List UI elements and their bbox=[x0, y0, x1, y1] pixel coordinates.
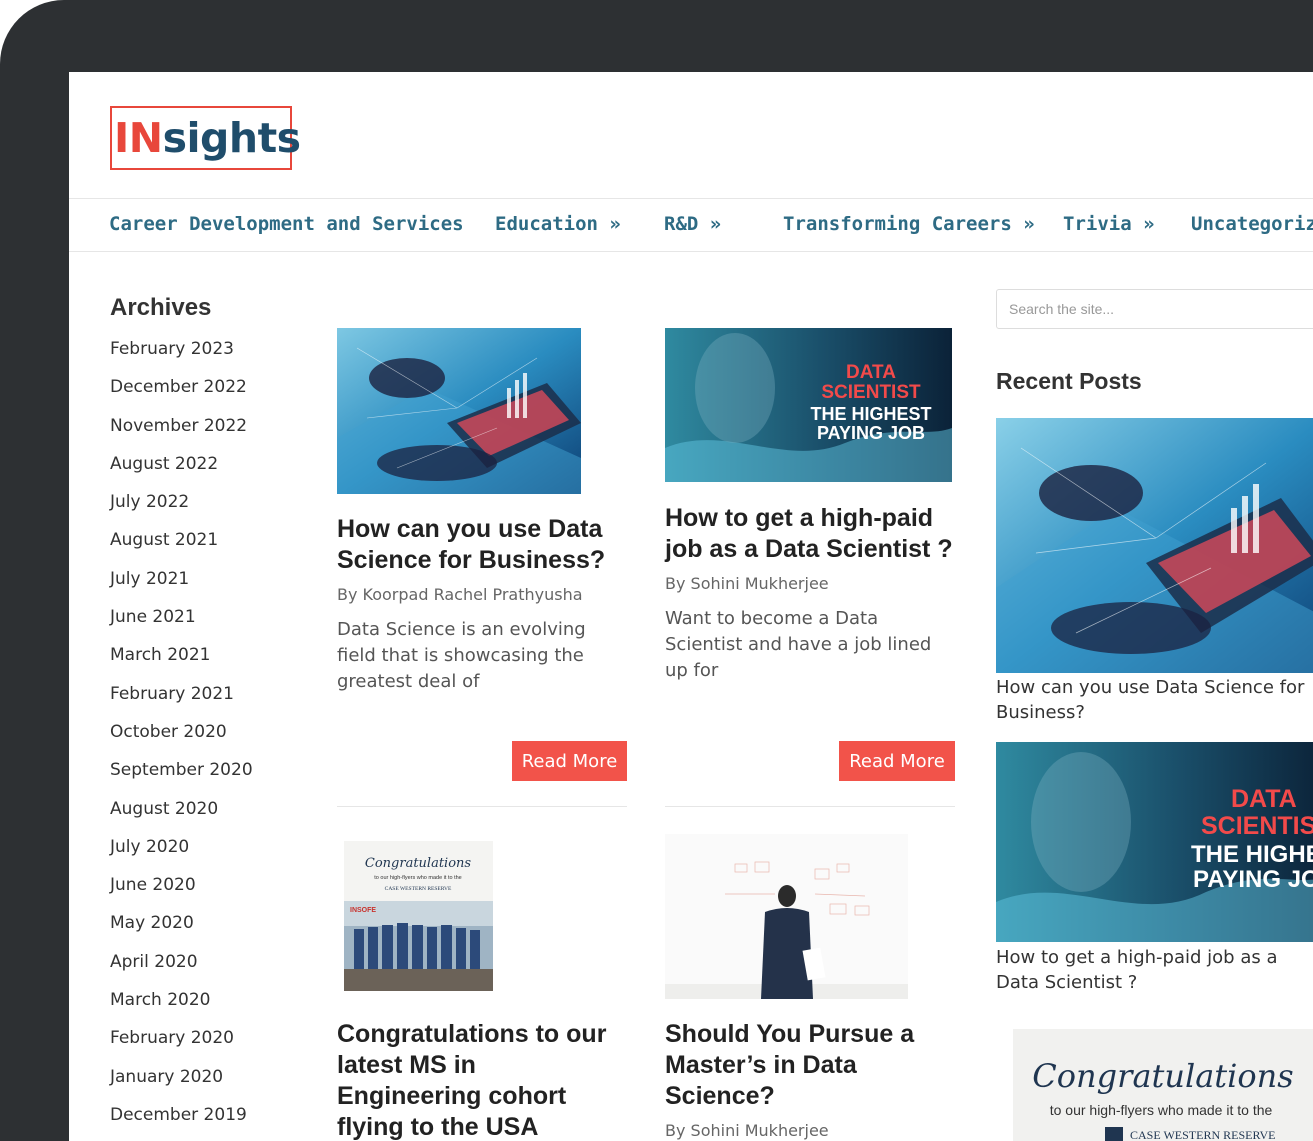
nav-uncategorized[interactable]: Uncategorize bbox=[1191, 213, 1313, 235]
recent-post-link[interactable]: How to get a high-paid job as a Data Sci… bbox=[996, 945, 1313, 995]
archive-link[interactable]: March 2021 bbox=[110, 645, 290, 683]
recent-post-link[interactable]: How can you use Data Science for Busines… bbox=[996, 675, 1313, 725]
logo-in: IN bbox=[114, 114, 163, 162]
image-text-cwru: CASE WESTERN RESERVE bbox=[1130, 1128, 1276, 1141]
post-author[interactable]: By Sohini Mukherjee bbox=[665, 574, 829, 593]
archive-link[interactable]: August 2020 bbox=[110, 799, 290, 837]
cohort-congrats-image: Congratulations to our high-flyers who m… bbox=[1013, 1029, 1313, 1141]
image-text-paying-job: PAYING JOB bbox=[817, 423, 925, 443]
archive-link[interactable]: June 2020 bbox=[110, 875, 290, 913]
archive-link[interactable]: February 2023 bbox=[110, 339, 290, 377]
archive-link[interactable]: July 2021 bbox=[110, 569, 290, 607]
archive-link[interactable]: July 2020 bbox=[110, 837, 290, 875]
recent-post-thumbnail[interactable]: DATA SCIENTIS THE HIGHE PAYING JO bbox=[996, 742, 1313, 942]
image-text-highflyers: to our high-flyers who made it to the bbox=[374, 875, 461, 881]
main-nav: Career Development and Services Educatio… bbox=[69, 198, 1313, 252]
post-title[interactable]: Congratulations to our latest MS in Engi… bbox=[337, 1019, 627, 1141]
archives-heading: Archives bbox=[110, 294, 212, 321]
archives-list: February 2023 December 2022 November 202… bbox=[110, 339, 290, 1141]
archive-link[interactable]: March 2020 bbox=[110, 990, 290, 1028]
archive-link[interactable]: December 2019 bbox=[110, 1105, 290, 1141]
site-logo[interactable]: IN sights bbox=[110, 106, 301, 170]
archive-link[interactable]: November 2022 bbox=[110, 416, 290, 454]
archive-link[interactable]: July 2022 bbox=[110, 492, 290, 530]
post-thumbnail-cohort[interactable]: Congratulations to our high-flyers who m… bbox=[344, 841, 493, 991]
post-excerpt: Want to become a Data Scientist and have… bbox=[665, 608, 932, 681]
image-text-highest: THE HIGHE bbox=[1191, 841, 1313, 868]
archive-link[interactable]: August 2021 bbox=[110, 530, 290, 568]
business-laptop-image bbox=[337, 328, 581, 494]
archive-link[interactable]: August 2022 bbox=[110, 454, 290, 492]
business-laptop-image bbox=[996, 418, 1313, 673]
post-thumbnail-masters[interactable] bbox=[665, 834, 908, 999]
post-divider bbox=[665, 806, 955, 807]
image-text-highflyers: to our high-flyers who made it to the bbox=[1050, 1102, 1273, 1118]
archive-link[interactable]: September 2020 bbox=[110, 760, 290, 798]
nav-transforming-careers[interactable]: Transforming Careers » bbox=[783, 213, 1035, 235]
recent-post-thumbnail[interactable]: Congratulations to our high-flyers who m… bbox=[1013, 1029, 1313, 1141]
read-more-button[interactable]: Read More bbox=[512, 741, 627, 781]
post-author[interactable]: By Sohini Mukherjee bbox=[665, 1121, 829, 1140]
nav-career-development[interactable]: Career Development and Services bbox=[109, 213, 464, 235]
read-more-button[interactable]: Read More bbox=[839, 741, 955, 781]
image-text-scientist: SCIENTIST bbox=[821, 382, 921, 403]
post-title[interactable]: How to get a high-paid job as a Data Sci… bbox=[665, 503, 960, 565]
archive-link[interactable]: January 2020 bbox=[110, 1067, 290, 1105]
archive-link[interactable]: June 2021 bbox=[110, 607, 290, 645]
browser-viewport: IN sights Career Development and Services… bbox=[69, 72, 1313, 1141]
archive-link[interactable]: October 2020 bbox=[110, 722, 290, 760]
data-scientist-banner-image: DATA SCIENTIS THE HIGHE PAYING JO bbox=[996, 742, 1313, 942]
image-text-insofe: INSOFE bbox=[350, 907, 376, 914]
post-thumbnail-data-science-business[interactable] bbox=[337, 328, 581, 494]
search-input[interactable] bbox=[996, 289, 1313, 329]
archive-link[interactable]: February 2020 bbox=[110, 1028, 290, 1066]
post-title[interactable]: Should You Pursue a Master’s in Data Sci… bbox=[665, 1019, 955, 1112]
archive-link[interactable]: April 2020 bbox=[110, 952, 290, 990]
nav-education[interactable]: Education » bbox=[495, 213, 621, 235]
image-text-congrats: Congratulations bbox=[1032, 1057, 1293, 1095]
post-excerpt: Data Science is an evolving field that i… bbox=[337, 619, 586, 692]
image-text-paying-job: PAYING JO bbox=[1193, 866, 1313, 893]
archive-link[interactable]: May 2020 bbox=[110, 913, 290, 951]
archive-link[interactable]: February 2021 bbox=[110, 684, 290, 722]
image-text-congrats: Congratulations bbox=[365, 856, 472, 871]
post-title[interactable]: How can you use Data Science for Busines… bbox=[337, 514, 627, 576]
image-text-cwru: CASE WESTERN RESERVE bbox=[385, 886, 452, 892]
image-text-scientist: SCIENTIS bbox=[1201, 812, 1313, 840]
nav-trivia[interactable]: Trivia » bbox=[1063, 213, 1155, 235]
cohort-photo-image: Congratulations to our high-flyers who m… bbox=[344, 841, 493, 991]
image-text-data: DATA bbox=[846, 362, 896, 383]
image-text-highest: THE HIGHEST bbox=[810, 404, 931, 424]
data-scientist-banner-image: DATA SCIENTIST THE HIGHEST PAYING JOB bbox=[665, 328, 952, 482]
post-divider bbox=[337, 806, 627, 807]
nav-rd[interactable]: R&D » bbox=[664, 213, 721, 235]
archive-link[interactable]: December 2022 bbox=[110, 377, 290, 415]
logo-rest: sights bbox=[162, 114, 302, 162]
image-text-data: DATA bbox=[1231, 785, 1297, 813]
post-thumbnail-data-scientist-job[interactable]: DATA SCIENTIST THE HIGHEST PAYING JOB bbox=[665, 328, 952, 482]
whiteboard-person-image bbox=[665, 834, 908, 999]
recent-posts-heading: Recent Posts bbox=[996, 368, 1142, 394]
recent-post-thumbnail[interactable] bbox=[996, 418, 1313, 673]
post-author[interactable]: By Koorpad Rachel Prathyusha bbox=[337, 585, 583, 604]
